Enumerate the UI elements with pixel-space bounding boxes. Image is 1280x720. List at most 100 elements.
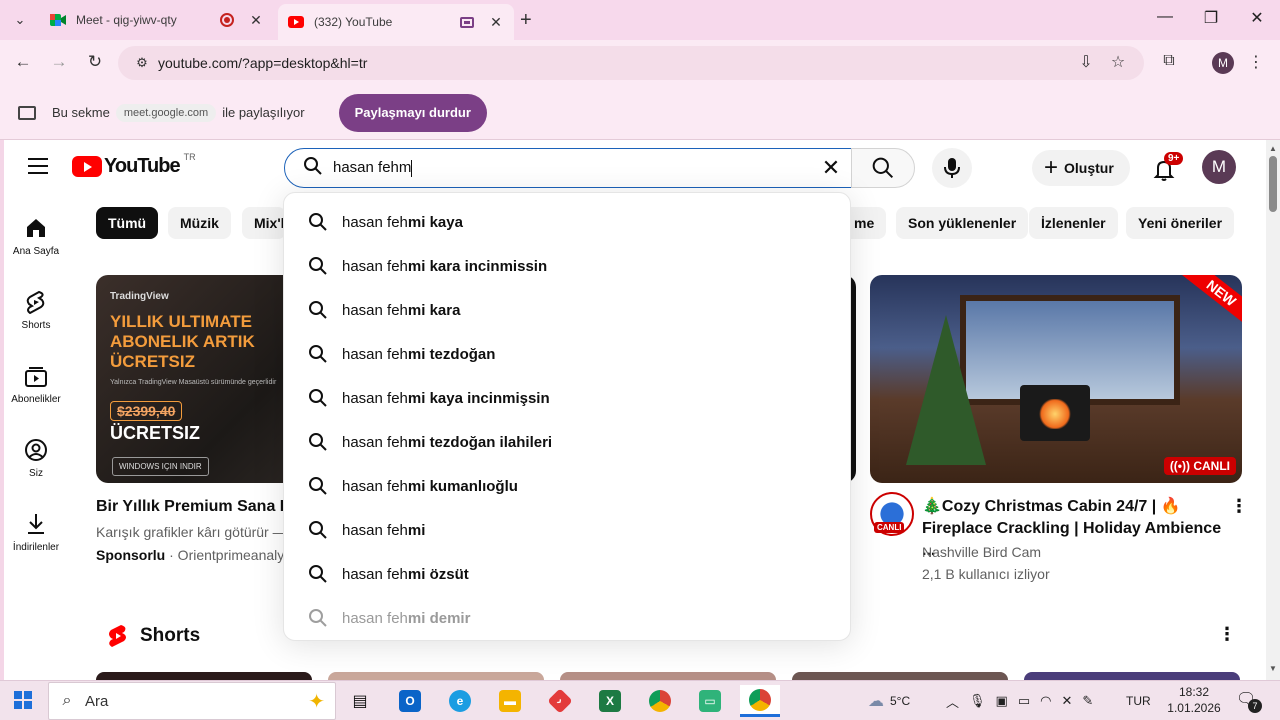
suggestion-item[interactable]: hasan feh mi: [284, 508, 850, 552]
sidebar-item-shorts[interactable]: Shorts: [4, 284, 68, 358]
suggestion-item[interactable]: hasan feh mi kaya incinmişsin: [284, 376, 850, 420]
install-app-icon[interactable]: ⇩: [1075, 52, 1097, 72]
suggestion-item[interactable]: hasan feh mi özsüt: [284, 552, 850, 596]
search-icon: [872, 157, 894, 179]
chrome-icon[interactable]: [640, 685, 680, 717]
suggestion-item[interactable]: hasan feh mi kaya: [284, 200, 850, 244]
browser-menu-icon[interactable]: ⋮: [1248, 52, 1264, 72]
short-thumbnail[interactable]: [96, 672, 312, 680]
edge-icon[interactable]: e: [440, 685, 480, 717]
sidebar-item-downloads[interactable]: İndirilenler: [4, 506, 68, 580]
suggestion-item[interactable]: hasan feh mi demir: [284, 596, 850, 640]
close-window-button[interactable]: ✕: [1242, 8, 1272, 28]
input-language[interactable]: TUR: [1126, 681, 1151, 720]
scroll-down-icon[interactable]: ▼: [1269, 664, 1277, 673]
short-thumbnail[interactable]: [560, 672, 776, 680]
channel-name[interactable]: Nashville Bird Cam: [922, 544, 1041, 560]
sidebar-item-home[interactable]: Ana Sayfa: [4, 210, 68, 284]
country-code: TR: [183, 151, 196, 162]
search-suggestions: hasan feh mi kaya hasan feh mi kara incinmi…: [283, 192, 851, 641]
display-tray-icon[interactable]: ▭: [1018, 693, 1040, 709]
suggestion-completion-text: mi özsüt: [407, 565, 469, 583]
chip-watched[interactable]: İzlenenler: [1029, 207, 1118, 239]
share-text: Bu sekme: [52, 105, 110, 120]
chip-all[interactable]: Tümü: [96, 207, 159, 239]
task-view-icon[interactable]: ▤: [340, 685, 380, 717]
sidebar-item-you[interactable]: Siz: [4, 432, 68, 506]
shorts-menu-icon[interactable]: ⋮: [1218, 624, 1236, 645]
minimize-button[interactable]: —: [1150, 8, 1180, 26]
new-tab-button[interactable]: +: [520, 10, 532, 30]
browser-profile-avatar[interactable]: M: [1212, 52, 1234, 74]
suggestion-item[interactable]: hasan feh mi kara: [284, 288, 850, 332]
restore-button[interactable]: ❐: [1196, 8, 1226, 28]
forward-arrow-icon[interactable]: →: [48, 52, 70, 72]
notification-center-button[interactable]: 🗨 7: [1236, 689, 1262, 713]
chip-new-to-you[interactable]: Yeni öneriler: [1126, 207, 1235, 239]
copilot-sparkle-icon: ✦: [308, 690, 325, 713]
show-hidden-icons-icon[interactable]: ︿: [946, 692, 969, 711]
outlook-icon[interactable]: O: [390, 685, 430, 717]
short-thumbnail[interactable]: [1024, 672, 1240, 680]
file-explorer-icon[interactable]: ▬: [490, 685, 530, 717]
suggestion-item[interactable]: hasan feh mi kumanlıoğlu: [284, 464, 850, 508]
reload-icon[interactable]: ↻: [84, 52, 106, 72]
menu-icon[interactable]: [28, 158, 48, 179]
live-video-thumbnail[interactable]: NEW ((•)) CANLI: [870, 275, 1242, 483]
photo-tray-icon[interactable]: ▣: [996, 693, 1018, 709]
suggestion-item[interactable]: hasan feh mi kara incinmissin: [284, 244, 850, 288]
volume-muted-icon[interactable]: ✕: [1061, 693, 1082, 709]
scrollbar-thumb[interactable]: [1269, 156, 1277, 212]
suggestion-item[interactable]: hasan feh mi tezdoğan: [284, 332, 850, 376]
create-button[interactable]: + Oluştur: [1032, 150, 1130, 186]
short-thumbnail[interactable]: [328, 672, 544, 680]
sidebar-item-subscriptions[interactable]: Abonelikler: [4, 358, 68, 432]
search-input[interactable]: hasan fehm ✕: [284, 148, 852, 188]
app-red-icon[interactable]: ›: [540, 685, 580, 717]
home-icon: [24, 216, 48, 240]
start-windows-icon[interactable]: [14, 691, 32, 709]
close-tab-icon[interactable]: ✕: [248, 12, 264, 29]
chip-music[interactable]: Müzik: [168, 207, 231, 239]
bookmark-star-icon[interactable]: ☆: [1107, 52, 1129, 72]
microphone-tray-icon[interactable]: 🎙: [969, 693, 996, 709]
pen-icon[interactable]: ✎: [1082, 693, 1103, 709]
channel-avatar[interactable]: CANLI: [870, 492, 914, 536]
extensions-icon[interactable]: ⧉: [1158, 52, 1180, 70]
system-tray-icons[interactable]: ︿ 🎙 ▣ ▭ ◠ ✕ ✎: [946, 681, 1103, 720]
page-scrollbar[interactable]: ▲ ▼: [1266, 140, 1280, 680]
weather-widget[interactable]: ☁ 5°C: [868, 681, 910, 720]
back-arrow-icon[interactable]: ←: [12, 52, 34, 72]
address-bar[interactable]: ⚙ youtube.com/?app=desktop&hl=tr: [118, 46, 1144, 80]
youtube-logo[interactable]: YouTube TR: [72, 151, 196, 178]
suggestion-item[interactable]: hasan feh mi tezdoğan ilahileri: [284, 420, 850, 464]
tab-meet[interactable]: Meet - qig-yiwv-qty ✕: [40, 4, 274, 36]
meet-favicon-icon: [50, 12, 66, 28]
wifi-icon[interactable]: ◠: [1040, 693, 1061, 709]
search-button[interactable]: [851, 148, 915, 188]
clock[interactable]: 18:32 1.01.2026: [1164, 684, 1224, 716]
chrome-profile-icon[interactable]: [740, 685, 780, 717]
notifications-button[interactable]: 9+: [1150, 152, 1184, 184]
voice-search-button[interactable]: [932, 148, 972, 188]
tab-youtube[interactable]: (332) YouTube ✕: [278, 4, 514, 40]
sponsor-name[interactable]: · Orientprimeanalyt: [169, 547, 288, 563]
tab-search-chevron-icon[interactable]: ⌄: [8, 8, 32, 32]
app-green-icon[interactable]: ▭: [690, 685, 730, 717]
scroll-up-icon[interactable]: ▲: [1269, 144, 1277, 153]
ad-title[interactable]: Bir Yıllık Premium Sana Be: [96, 498, 300, 516]
short-thumbnail[interactable]: [792, 672, 1008, 680]
close-tab-icon[interactable]: ✕: [488, 14, 504, 31]
clear-search-icon[interactable]: ✕: [811, 155, 851, 181]
ad-thumbnail[interactable]: TradingView YILLIK ULTIMATE ABONELIK ART…: [96, 275, 296, 483]
subscriptions-icon: [24, 364, 48, 388]
taskbar-search-box[interactable]: ⌕ Ara ✦: [48, 682, 336, 720]
stop-sharing-button[interactable]: Paylaşmayı durdur: [338, 93, 487, 132]
account-avatar[interactable]: M: [1202, 150, 1236, 184]
chip-recently-uploaded[interactable]: Son yüklenenler: [896, 207, 1029, 239]
chip-mixes[interactable]: Mix'l: [242, 207, 286, 239]
site-settings-icon[interactable]: ⚙: [128, 55, 156, 71]
video-menu-icon[interactable]: ⋮: [1230, 496, 1248, 517]
excel-icon[interactable]: X: [590, 685, 630, 717]
you-icon: [24, 438, 48, 462]
